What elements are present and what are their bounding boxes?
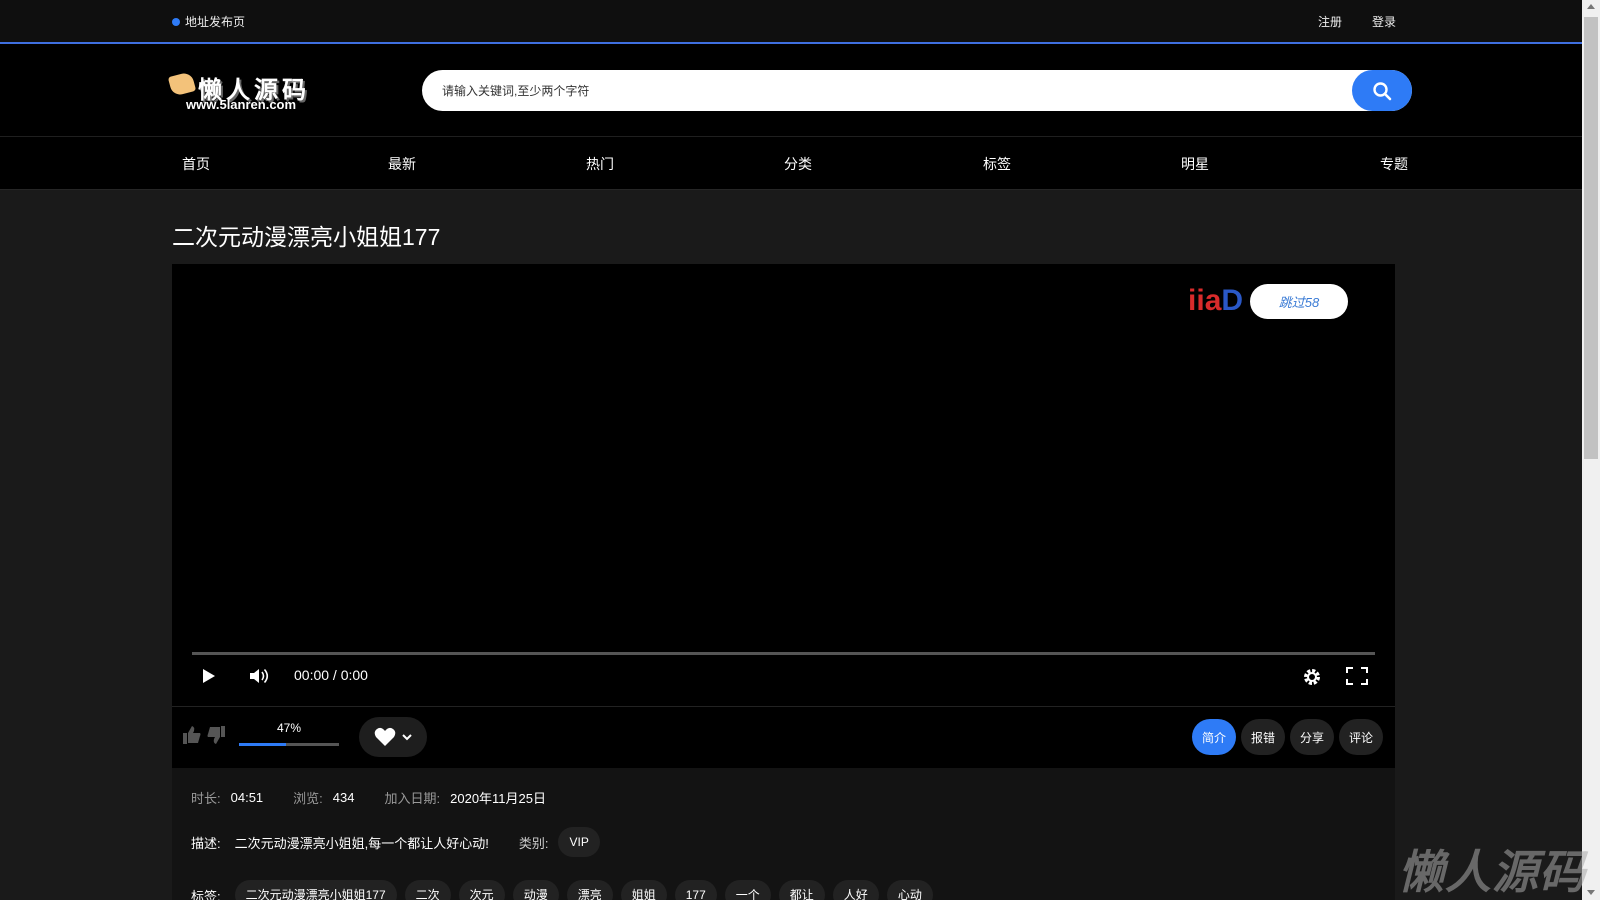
address-page-link[interactable]: 地址发布页: [172, 13, 245, 30]
tag-item[interactable]: 人好: [832, 880, 879, 900]
category-label: 类别:: [518, 835, 549, 851]
volume-icon[interactable]: [249, 667, 271, 685]
chevron-down-icon: [402, 734, 412, 741]
tag-item[interactable]: 漂亮: [566, 880, 613, 900]
tab-intro[interactable]: 简介: [1192, 719, 1236, 755]
ad-logo: iiaD: [1188, 284, 1244, 317]
action-bar: 47% 简介 报错 分享 评论: [172, 706, 1395, 768]
rating-percent: 47%: [277, 721, 302, 735]
video-info: 时长: 04:51 浏览: 434 加入日期: 2020年11月25日 描述: …: [172, 768, 1395, 900]
nav-item-tags[interactable]: 标签: [983, 154, 1011, 174]
address-page-label: 地址发布页: [185, 15, 246, 29]
duration-label: 时长:: [191, 791, 221, 806]
tag-item[interactable]: 心动: [886, 880, 933, 900]
watermark: 懒人源码: [1398, 845, 1586, 899]
logo-icon: [167, 71, 197, 97]
scrollbar-thumb[interactable]: [1584, 17, 1598, 459]
skip-ad-button[interactable]: 跳过58: [1250, 284, 1348, 319]
tag-item[interactable]: 二次元动漫漂亮小姐姐177: [234, 880, 397, 900]
play-icon[interactable]: [202, 668, 216, 684]
fullscreen-icon[interactable]: [1346, 667, 1368, 685]
nav-item-hot[interactable]: 热门: [586, 154, 614, 174]
thumbs-down-icon[interactable]: [206, 725, 226, 745]
tab-report[interactable]: 报错: [1241, 719, 1285, 755]
nav-item-stars[interactable]: 明星: [1181, 154, 1209, 174]
tab-share[interactable]: 分享: [1290, 719, 1334, 755]
tag-item[interactable]: 姐姐: [620, 880, 667, 900]
register-link[interactable]: 注册: [1318, 13, 1342, 30]
tag-item[interactable]: 次元: [458, 880, 505, 900]
desc-label: 描述:: [191, 835, 221, 851]
tag-item[interactable]: 一个: [724, 880, 771, 900]
time-display: 00:00 / 0:00: [294, 667, 368, 683]
tags-row: 标签: 二次元动漫漂亮小姐姐177 二次 次元 动漫 漂亮 姐姐 177 一个 …: [191, 880, 941, 900]
heart-icon: [374, 727, 396, 746]
video-title: 二次元动漫漂亮小姐姐177: [172, 224, 441, 250]
nav-item-latest[interactable]: 最新: [388, 154, 416, 174]
top-bar: 地址发布页 注册 登录: [0, 0, 1582, 44]
thumbs-up-icon[interactable]: [182, 725, 202, 745]
video-player[interactable]: iiaD 跳过58 00:00 / 0:00: [172, 264, 1395, 768]
scroll-up-icon[interactable]: [1587, 4, 1595, 9]
tag-item[interactable]: 动漫: [512, 880, 559, 900]
meta-row: 时长: 04:51 浏览: 434 加入日期: 2020年11月25日: [191, 788, 576, 807]
tag-item[interactable]: 二次: [404, 880, 451, 900]
tags-label: 标签:: [191, 888, 221, 900]
tag-item[interactable]: 都让: [778, 880, 825, 900]
nav-item-category[interactable]: 分类: [784, 154, 812, 174]
search-box: [422, 70, 1412, 111]
date-value: 2020年11月25日: [450, 791, 547, 806]
desc-value: 二次元动漫漂亮小姐姐,每一个都让人好心动!: [234, 835, 489, 851]
dot-icon: [172, 17, 180, 26]
date-label: 加入日期:: [384, 791, 441, 806]
rating-bar-fill: [239, 743, 286, 746]
tab-comment[interactable]: 评论: [1339, 719, 1383, 755]
search-input[interactable]: [442, 70, 1322, 111]
login-link[interactable]: 登录: [1372, 13, 1396, 30]
favorite-button[interactable]: [359, 717, 427, 757]
duration-value: 04:51: [230, 790, 264, 805]
site-logo[interactable]: 懒人源码 www.5lanren.com: [167, 71, 320, 116]
rating-bar: [239, 743, 339, 746]
nav-item-topics[interactable]: 专题: [1380, 154, 1408, 174]
logo-url: www.5lanren.com: [186, 97, 297, 112]
scroll-down-icon[interactable]: [1587, 890, 1595, 895]
category-tag[interactable]: VIP: [558, 827, 600, 857]
video-progress-bar[interactable]: [192, 652, 1375, 655]
page-scrollbar[interactable]: [1582, 0, 1600, 900]
views-label: 浏览:: [293, 791, 323, 806]
header: 懒人源码 www.5lanren.com: [0, 44, 1582, 137]
settings-icon[interactable]: [1302, 667, 1322, 687]
views-value: 434: [332, 790, 355, 805]
search-button[interactable]: [1352, 70, 1412, 111]
nav-item-home[interactable]: 首页: [182, 154, 210, 174]
desc-row: 描述: 二次元动漫漂亮小姐姐,每一个都让人好心动! 类别: VIP: [191, 827, 608, 857]
search-icon: [1373, 81, 1392, 100]
main-nav: 首页 最新 热门 分类 标签 明星 专题: [0, 137, 1582, 190]
tag-item[interactable]: 177: [674, 880, 717, 900]
